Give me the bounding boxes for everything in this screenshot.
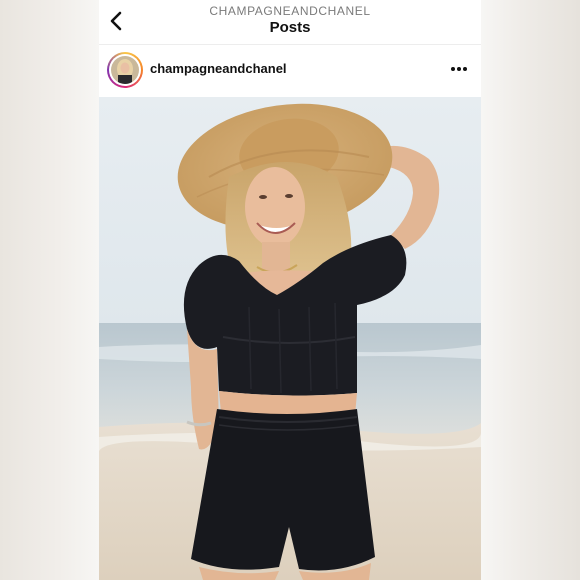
more-horizontal-icon <box>451 67 467 71</box>
post-username[interactable]: champagneandchanel <box>150 61 287 76</box>
page-title: Posts <box>269 19 311 36</box>
post-photo[interactable] <box>99 97 481 580</box>
post-image <box>99 97 481 580</box>
header-titles: CHAMPAGNEANDCHANEL Posts <box>99 4 481 37</box>
instagram-post-screen: CHAMPAGNEANDCHANEL Posts champagneandcha… <box>99 0 481 580</box>
top-nav-bar: CHAMPAGNEANDCHANEL Posts <box>99 0 481 45</box>
more-options-button[interactable] <box>445 57 473 81</box>
post-header: champagneandchanel <box>99 45 481 95</box>
avatar[interactable] <box>107 52 143 88</box>
avatar-image <box>111 56 139 84</box>
account-name-label: CHAMPAGNEANDCHANEL <box>209 4 371 18</box>
